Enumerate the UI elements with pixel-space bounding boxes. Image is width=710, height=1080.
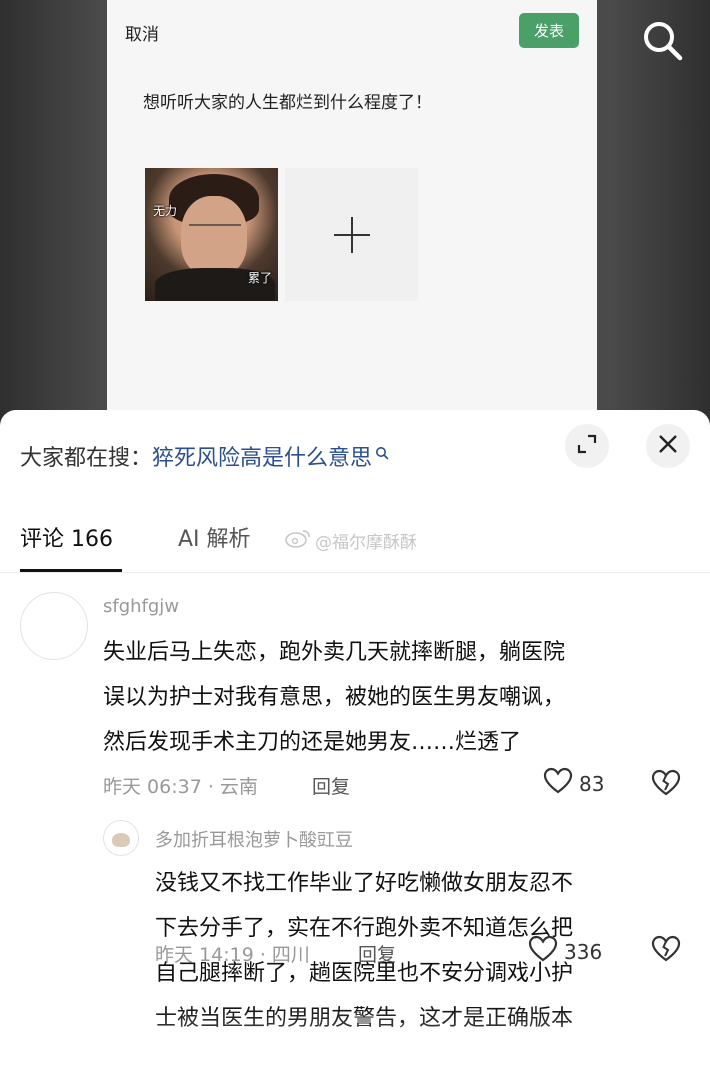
reply-line: 没钱又不找工作毕业了好吃懒做女朋友忍不 — [155, 871, 574, 896]
meme-glasses — [189, 224, 241, 238]
bun-avatar-image — [112, 833, 130, 847]
watermark-text: @福尔摩酥酥 — [315, 533, 417, 553]
reply-button[interactable]: 回复 — [358, 940, 396, 967]
add-image-button[interactable] — [285, 168, 418, 301]
search-small-icon — [375, 441, 389, 466]
weibo-logo-icon — [285, 528, 311, 553]
meme-caption-right: 累了 — [248, 271, 273, 285]
comment-line: 失业后马上失恋，跑外卖几天就摔断腿，躺医院 — [103, 640, 566, 665]
meme-image[interactable]: 无力 累了 — [145, 168, 278, 301]
heart-icon — [528, 935, 558, 968]
close-button[interactable] — [646, 424, 690, 468]
search-icon[interactable] — [640, 18, 684, 62]
expand-icon — [576, 433, 598, 459]
reply-username[interactable]: 多加折耳根泡萝卜酸豇豆 — [155, 826, 353, 852]
comment-sheet: 大家都在搜： 猝死风险高是什么意思 评论 166 AI 解析 @福尔摩酥酥 sf… — [0, 410, 710, 1080]
meme-caption-left: 无力 — [153, 204, 178, 218]
close-icon — [657, 433, 679, 459]
tab-ai-analysis[interactable]: AI 解析 — [178, 521, 251, 553]
broken-heart-icon — [651, 769, 681, 801]
hot-search-prefix: 大家都在搜： — [20, 446, 153, 471]
dislike-button[interactable] — [651, 769, 681, 801]
reply-avatar[interactable] — [103, 820, 139, 856]
like-count: 83 — [579, 771, 605, 796]
plus-icon — [333, 216, 370, 253]
hot-search-bar[interactable]: 大家都在搜： 猝死风险高是什么意思 — [20, 440, 389, 472]
reply-line: 士被当医生的男朋友警告，这才是正确版本 — [155, 1006, 574, 1031]
post-text: 想听听大家的人生都烂到什么程度了！ — [143, 93, 432, 113]
comment-line: 误以为护士对我有意思，被她的医生男友嘲讽， — [103, 685, 566, 710]
active-tab-indicator — [20, 569, 122, 572]
like-button[interactable]: 83 — [543, 767, 604, 800]
comment-avatar[interactable] — [20, 592, 88, 660]
comment-username[interactable]: sfghfgjw — [103, 596, 179, 617]
reply-meta: 昨天 14:19 · 四川 — [155, 944, 310, 966]
broken-heart-icon — [651, 935, 681, 967]
cancel-button[interactable]: 取消 — [125, 20, 159, 45]
heart-icon — [543, 767, 573, 800]
publish-button[interactable]: 发表 — [519, 13, 579, 48]
hot-search-keyword[interactable]: 猝死风险高是什么意思 — [152, 440, 372, 472]
post-editor-preview: 取消 发表 想听听大家的人生都烂到什么程度了！ 无力 累了 — [107, 0, 597, 440]
dislike-button[interactable] — [651, 935, 681, 967]
expand-button[interactable] — [565, 424, 609, 468]
reply-button[interactable]: 回复 — [312, 772, 350, 799]
comment-meta: 昨天 06:37 · 云南 — [103, 776, 258, 798]
tab-comments[interactable]: 评论 166 — [20, 521, 113, 553]
comment-tabs: 评论 166 AI 解析 @福尔摩酥酥 — [0, 515, 710, 573]
watermark: @福尔摩酥酥 — [285, 528, 417, 553]
comment-line: 然后发现手术主刀的还是她男友……烂透了 — [103, 730, 522, 755]
comment-text: 失业后马上失恋，跑外卖几天就摔断腿，躺医院 误以为护士对我有意思，被她的医生男友… — [103, 630, 693, 765]
like-button[interactable]: 336 — [528, 935, 602, 968]
like-count: 336 — [564, 939, 603, 964]
